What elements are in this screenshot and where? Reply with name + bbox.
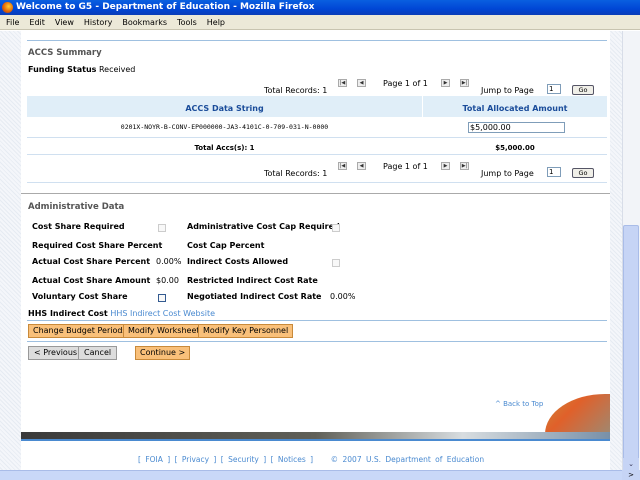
menu-edit[interactable]: Edit	[29, 18, 45, 27]
total-records: Total Records: 1	[264, 86, 328, 95]
copyright: © 2007 U.S. Department of Education	[330, 455, 485, 464]
menu-help[interactable]: Help	[207, 18, 225, 27]
actual-cost-share-percent-label: Actual Cost Share Percent	[32, 257, 151, 266]
modify-worksheet-button[interactable]: Modify Worksheet	[123, 324, 205, 338]
actual-cost-share-amount-label: Actual Cost Share Amount	[32, 276, 151, 285]
admin-cost-cap-label: Administrative Cost Cap Required	[187, 222, 340, 231]
prev-page-icon[interactable]: ◀	[357, 79, 366, 87]
continue-button[interactable]: Continue >	[135, 346, 191, 360]
total-amount: $5,000.00	[495, 144, 535, 152]
change-budget-periods-button[interactable]: Change Budget Periods	[28, 324, 132, 338]
indirect-costs-allowed-checkbox[interactable]	[332, 259, 340, 267]
go-button[interactable]: Go	[572, 168, 594, 178]
admin-heading: Administrative Data	[28, 202, 125, 212]
cost-cap-percent-label: Cost Cap Percent	[187, 241, 265, 250]
voluntary-cost-share-label: Voluntary Cost Share	[32, 292, 128, 301]
indirect-costs-allowed-label: Indirect Costs Allowed	[187, 257, 289, 266]
last-page-icon[interactable]: ▶|	[460, 162, 469, 170]
funding-status-label: Funding Status	[28, 65, 97, 74]
page-indicator: Page 1 of 1	[383, 79, 428, 88]
funding-status-value: Received	[98, 65, 136, 74]
divider	[27, 40, 607, 41]
menu-bookmarks[interactable]: Bookmarks	[122, 18, 167, 27]
accs-heading: ACCS Summary	[28, 48, 102, 58]
first-page-icon[interactable]: |◀	[338, 79, 347, 87]
firefox-icon	[2, 2, 13, 13]
horizontal-scrollbar[interactable]	[0, 470, 622, 480]
scroll-right-icon[interactable]: >	[622, 470, 640, 480]
column-header-amount: Total Allocated Amount	[462, 104, 568, 113]
prev-page-icon[interactable]: ◀	[357, 162, 366, 170]
next-page-icon[interactable]: ▶	[441, 79, 450, 87]
voluntary-cost-share-checkbox[interactable]	[158, 294, 166, 302]
scroll-down-icon[interactable]: ⌄	[623, 458, 639, 470]
jump-label: Jump to Page	[481, 86, 534, 95]
jump-page-input[interactable]: 1	[547, 167, 561, 177]
page-indicator: Page 1 of 1	[383, 162, 428, 171]
menu-bar: File Edit View History Bookmarks Tools Help	[0, 15, 640, 30]
previous-button[interactable]: < Previous	[28, 346, 84, 360]
security-link[interactable]: Security	[228, 455, 259, 464]
left-gutter	[0, 31, 21, 471]
jump-page-input[interactable]: 1	[547, 84, 561, 94]
go-button[interactable]: Go	[572, 85, 594, 95]
cost-share-required-label: Cost Share Required	[32, 222, 125, 231]
total-records: Total Records: 1	[264, 169, 328, 178]
window-title: Welcome to G5 - Department of Education …	[16, 2, 315, 12]
menu-file[interactable]: File	[6, 18, 19, 27]
menu-tools[interactable]: Tools	[177, 18, 197, 27]
window-title-bar: Welcome to G5 - Department of Education …	[0, 0, 640, 15]
required-cost-share-percent-label: Required Cost Share Percent	[32, 241, 163, 250]
allocated-amount-input[interactable]: $5,000.00	[468, 122, 565, 133]
admin-cost-cap-checkbox[interactable]	[332, 224, 340, 232]
actual-cost-share-percent-value: 0.00%	[156, 257, 182, 266]
menu-history[interactable]: History	[84, 18, 112, 27]
cost-share-required-checkbox[interactable]	[158, 224, 166, 232]
column-header-data-string: ACCS Data String	[185, 104, 264, 113]
right-gutter	[610, 31, 622, 471]
actual-cost-share-amount-value: $0.00	[156, 276, 179, 285]
cancel-button[interactable]: Cancel	[78, 346, 118, 360]
notices-link[interactable]: Notices	[278, 455, 306, 464]
back-to-top-link[interactable]: ^ Back to Top	[495, 400, 543, 408]
next-page-icon[interactable]: ▶	[441, 162, 450, 170]
privacy-link[interactable]: Privacy	[182, 455, 209, 464]
accs-data-string: 0201X-NOYR-B-CONV-EP000000-JA3-4101C-0-7…	[120, 123, 329, 131]
last-page-icon[interactable]: ▶|	[460, 79, 469, 87]
footer-links: [ FOIA ] [ Privacy ] [ Security ] [ Noti…	[138, 455, 485, 464]
menu-view[interactable]: View	[55, 18, 74, 27]
footer-banner	[21, 432, 610, 441]
restricted-indirect-cost-rate-label: Restricted Indirect Cost Rate	[187, 276, 318, 285]
total-accs: Total Accs(s): 1	[194, 144, 255, 152]
jump-label: Jump to Page	[481, 169, 534, 178]
classroom-image	[545, 394, 610, 434]
negotiated-indirect-cost-rate-label: Negotiated Indirect Cost Rate	[187, 292, 322, 301]
foia-link[interactable]: FOIA	[145, 455, 163, 464]
modify-key-personnel-button[interactable]: Modify Key Personnel	[198, 324, 294, 338]
scrollbar-thumb[interactable]	[623, 225, 639, 460]
hhs-indirect-cost-link[interactable]: HHS Indirect Cost Website	[110, 309, 215, 318]
first-page-icon[interactable]: |◀	[338, 162, 347, 170]
negotiated-indirect-cost-rate-value: 0.00%	[330, 292, 356, 301]
hhs-indirect-cost-label: HHS Indirect Cost	[28, 309, 108, 318]
